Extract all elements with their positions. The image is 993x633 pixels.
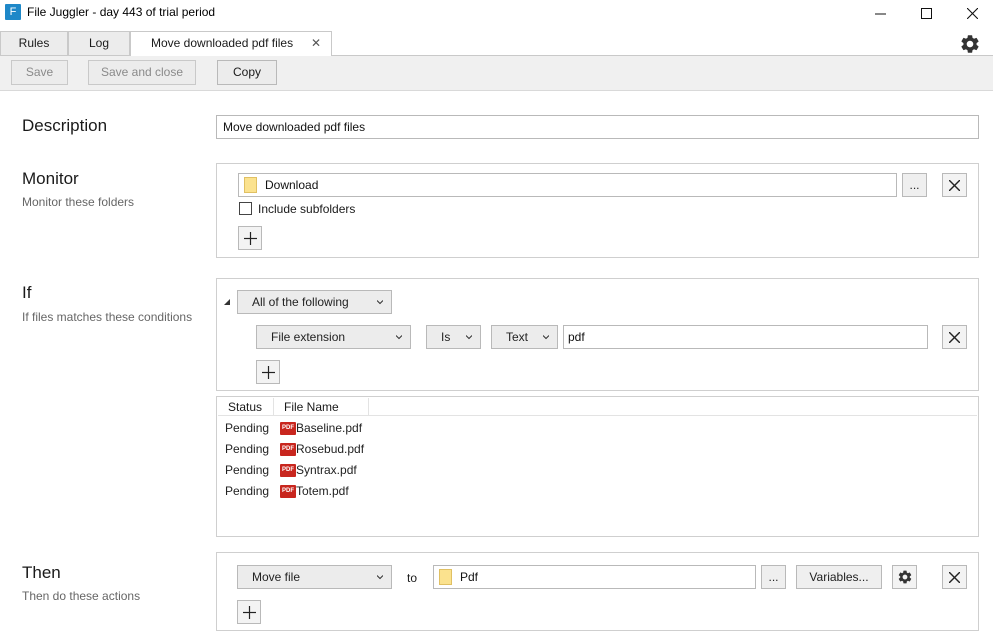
chevron-down-icon: [377, 575, 383, 580]
browse-folder-button[interactable]: ...: [902, 173, 927, 197]
minimize-icon: [874, 13, 886, 14]
row-status: Pending: [225, 442, 270, 456]
action-settings-button[interactable]: [892, 565, 917, 589]
actions-subtitle: Then do these actions: [22, 589, 141, 603]
chevron-down-icon: [396, 335, 402, 340]
close-icon: [966, 7, 978, 19]
chevron-down-icon: [377, 300, 383, 305]
browse-target-button[interactable]: ...: [761, 565, 786, 589]
window-title: File Juggler - day 443 of trial period: [27, 5, 216, 19]
monitor-subtitle: Monitor these folders: [22, 195, 135, 209]
dropdown-value: Text: [506, 330, 529, 344]
description-title: Description: [22, 116, 108, 135]
conditions-subtitle: If files matches these conditions: [22, 310, 193, 324]
to-label: to: [407, 571, 418, 585]
gear-icon: [898, 570, 911, 584]
save-and-close-button[interactable]: Save and close: [88, 60, 196, 85]
column-header-file-name[interactable]: File Name: [284, 400, 339, 416]
condition-type-dropdown[interactable]: Text: [491, 325, 558, 349]
description-input[interactable]: Move downloaded pdf files: [216, 115, 979, 139]
plus-icon: [261, 365, 275, 379]
actions-panel: [216, 552, 979, 631]
close-tab-icon[interactable]: ✕: [311, 32, 321, 55]
pdf-file-icon: PDF: [280, 464, 296, 477]
collapse-triangle-icon[interactable]: [223, 298, 231, 306]
variables-button[interactable]: Variables...: [796, 565, 882, 589]
condition-operator-dropdown[interactable]: Is: [426, 325, 481, 349]
folder-label: Pdf: [460, 570, 479, 584]
maximize-icon: [920, 7, 932, 19]
close-icon: [949, 571, 960, 583]
row-file-name[interactable]: Syntrax.pdf: [296, 463, 357, 477]
target-folder-input[interactable]: Pdf: [433, 565, 756, 589]
pdf-file-icon: PDF: [280, 443, 296, 456]
save-button[interactable]: Save: [11, 60, 68, 85]
plus-icon: [242, 605, 256, 619]
remove-folder-button[interactable]: [942, 173, 967, 197]
group-operator-dropdown[interactable]: All of the following: [237, 290, 392, 314]
folder-icon: [244, 177, 257, 193]
include-subfolders-label: Include subfolders: [258, 202, 356, 216]
dropdown-value: All of the following: [252, 295, 349, 309]
tab-label: Move downloaded pdf files: [151, 36, 294, 50]
condition-value-input[interactable]: pdf: [563, 325, 928, 349]
chevron-down-icon: [543, 335, 549, 340]
tab-rules[interactable]: Rules: [0, 31, 68, 55]
add-condition-button[interactable]: [256, 360, 280, 384]
row-file-name[interactable]: Baseline.pdf: [296, 421, 362, 435]
close-icon: [949, 331, 960, 343]
dropdown-value: Move file: [252, 570, 301, 584]
folder-icon: [439, 569, 452, 585]
tab-label: Log: [88, 36, 110, 50]
column-header-status[interactable]: Status: [228, 400, 262, 416]
row-file-name[interactable]: Totem.pdf: [296, 484, 349, 498]
monitor-title: Monitor: [22, 169, 79, 188]
minimize-button[interactable]: [857, 0, 903, 26]
conditions-title: If: [22, 283, 32, 302]
dropdown-value: File extension: [271, 330, 346, 344]
remove-condition-button[interactable]: [942, 325, 967, 349]
monitor-folder-input[interactable]: Download: [238, 173, 897, 197]
folder-label: Download: [265, 178, 319, 192]
column-divider[interactable]: [368, 398, 369, 415]
remove-action-button[interactable]: [942, 565, 967, 589]
row-file-name[interactable]: Rosebud.pdf: [296, 442, 364, 456]
tab-log[interactable]: Log: [68, 31, 130, 55]
actions-title: Then: [22, 563, 61, 582]
copy-button[interactable]: Copy: [217, 60, 277, 85]
action-type-dropdown[interactable]: Move file: [237, 565, 392, 589]
add-action-button[interactable]: [237, 600, 261, 624]
chevron-down-icon: [466, 335, 472, 340]
gear-icon: [961, 35, 979, 53]
row-status: Pending: [225, 484, 270, 498]
app-icon: F: [5, 4, 21, 20]
tab-rule-editor[interactable]: Move downloaded pdf files ✕: [130, 31, 332, 56]
add-folder-button[interactable]: [238, 226, 262, 250]
close-icon: [949, 179, 960, 191]
condition-property-dropdown[interactable]: File extension: [256, 325, 411, 349]
settings-gear-button[interactable]: [959, 33, 981, 55]
tab-label: Rules: [18, 36, 50, 50]
column-divider[interactable]: [273, 398, 274, 415]
dropdown-value: Is: [441, 330, 451, 344]
row-status: Pending: [225, 421, 270, 435]
include-subfolders-checkbox[interactable]: [239, 202, 252, 215]
pdf-file-icon: PDF: [280, 485, 296, 498]
row-status: Pending: [225, 463, 270, 477]
pdf-file-icon: PDF: [280, 422, 296, 435]
plus-icon: [243, 231, 257, 245]
close-window-button[interactable]: [949, 0, 993, 26]
maximize-button[interactable]: [903, 0, 949, 26]
